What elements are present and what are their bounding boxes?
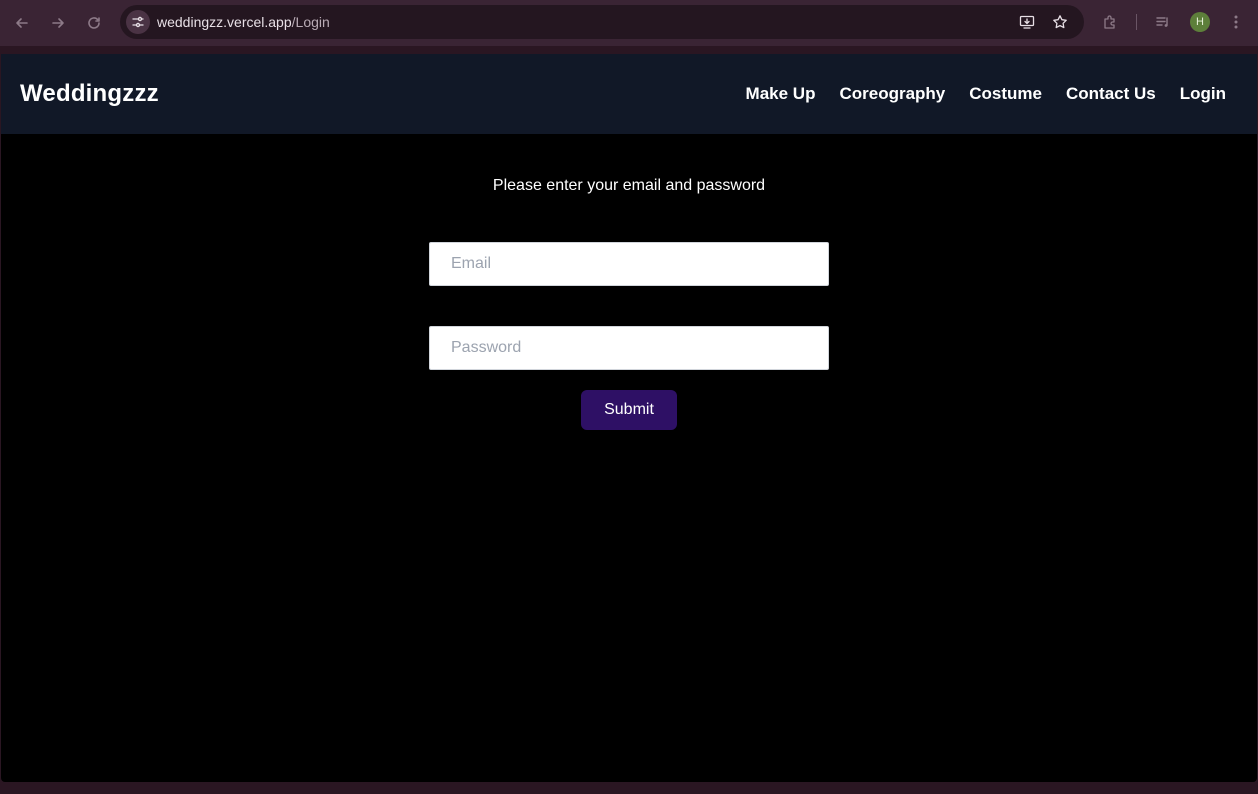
site-info-icon[interactable] <box>126 10 150 34</box>
nav-link-contact-us[interactable]: Contact Us <box>1066 84 1156 104</box>
site-navbar: Weddingzzz Make Up Coreography Costume C… <box>1 54 1257 134</box>
install-app-icon[interactable] <box>1018 13 1036 31</box>
url-host: weddingzz.vercel.app <box>157 14 292 30</box>
nav-links: Make Up Coreography Costume Contact Us L… <box>746 84 1226 104</box>
nav-link-login[interactable]: Login <box>1180 84 1226 104</box>
extensions-icon[interactable] <box>1100 12 1120 32</box>
toolbar-divider <box>1136 14 1137 30</box>
forward-icon[interactable] <box>46 11 70 35</box>
email-field[interactable] <box>429 242 829 286</box>
nav-link-make-up[interactable]: Make Up <box>746 84 816 104</box>
login-prompt: Please enter your email and password <box>492 177 766 194</box>
nav-link-coreography[interactable]: Coreography <box>839 84 945 104</box>
browser-toolbar: weddingzz.vercel.app/Login H <box>0 0 1258 46</box>
submit-button[interactable]: Submit <box>581 390 677 430</box>
reload-icon[interactable] <box>82 11 106 35</box>
bookmark-star-icon[interactable] <box>1051 13 1069 31</box>
password-field[interactable] <box>429 326 829 370</box>
page-viewport: Weddingzzz Make Up Coreography Costume C… <box>1 54 1257 782</box>
menu-dots-icon[interactable] <box>1226 12 1246 32</box>
address-bar[interactable]: weddingzz.vercel.app/Login <box>120 5 1084 39</box>
nav-link-costume[interactable]: Costume <box>969 84 1042 104</box>
brand-logo[interactable]: Weddingzzz <box>20 80 159 108</box>
reading-list-icon[interactable] <box>1153 12 1173 32</box>
url-text[interactable]: weddingzz.vercel.app/Login <box>157 14 330 30</box>
url-path: /Login <box>291 14 330 30</box>
back-icon[interactable] <box>10 11 34 35</box>
profile-avatar[interactable]: H <box>1190 12 1210 32</box>
